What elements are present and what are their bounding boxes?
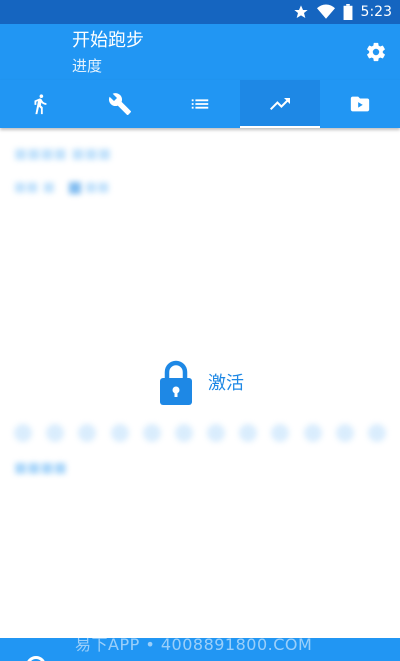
wifi-icon xyxy=(316,4,335,20)
settings-button[interactable] xyxy=(362,38,390,66)
tab-bar xyxy=(0,80,400,128)
app-bar: 开始跑步 进度 xyxy=(0,24,400,80)
lock-icon xyxy=(158,359,194,405)
locked-preview-legend: ■■ ■ ■■ xyxy=(14,180,110,195)
video-icon xyxy=(349,93,371,115)
tab-run[interactable] xyxy=(0,80,80,128)
locked-preview-footer: ■■■■ xyxy=(14,460,67,476)
run-icon xyxy=(29,93,51,115)
tab-list[interactable] xyxy=(160,80,240,128)
status-time: 5:23 xyxy=(360,4,392,20)
watermark: 易下APP • 4008891800.COM xyxy=(75,638,313,654)
tab-tools[interactable] xyxy=(80,80,160,128)
bottom-bar: 易下APP • 4008891800.COM xyxy=(0,638,400,661)
page-subtitle: 进度 xyxy=(72,57,103,75)
locked-preview-line: ■■■■ ■■■ xyxy=(14,146,112,162)
tab-video[interactable] xyxy=(320,80,400,128)
wrench-icon xyxy=(108,92,132,116)
locked-preview-dots xyxy=(14,424,386,444)
activate-button[interactable]: 激活 xyxy=(158,359,244,405)
list-icon xyxy=(189,93,211,115)
status-bar: 5:23 xyxy=(0,0,400,24)
battery-icon xyxy=(343,4,353,20)
trending-up-icon xyxy=(268,92,292,116)
tab-progress[interactable] xyxy=(240,80,320,128)
activate-label: 激活 xyxy=(208,373,244,394)
star-icon xyxy=(293,4,309,20)
help-icon[interactable] xyxy=(26,656,46,661)
gear-icon xyxy=(365,41,387,63)
page-title: 开始跑步 xyxy=(72,30,144,51)
